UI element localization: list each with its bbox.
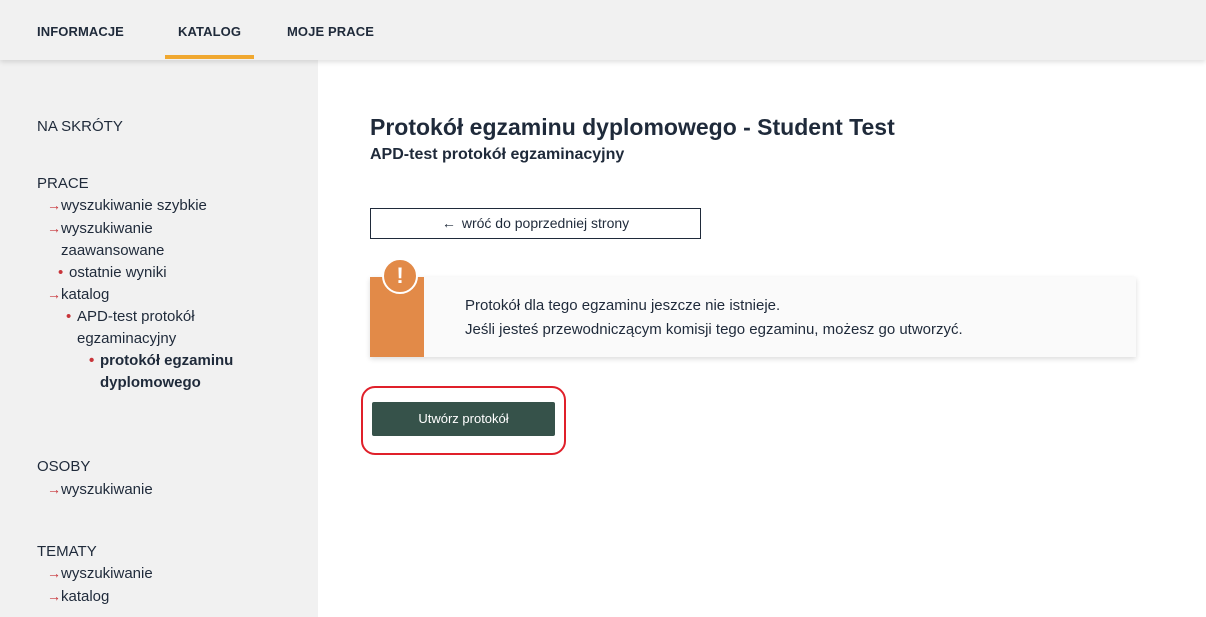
tab-katalog[interactable]: KATALOG <box>164 24 255 59</box>
tab-informacje[interactable]: INFORMACJE <box>37 24 124 39</box>
arrow-right-icon: → <box>47 481 61 497</box>
sidebar-item-wyszukiwanie-szybkie[interactable]: → wyszukiwanie szybkie <box>47 196 207 215</box>
sidebar-item-apd-test-cont[interactable]: egzaminacyjny <box>77 329 176 348</box>
sidebar-item-tematy-wyszukiwanie[interactable]: → wyszukiwanie <box>47 564 153 583</box>
sidebar-heading-tematy: TEMATY <box>37 543 97 560</box>
sidebar: NA SKRÓTY PRACE → wyszukiwanie szybkie →… <box>0 60 318 617</box>
sidebar-item-label: katalog <box>61 588 110 605</box>
arrow-right-icon: → <box>47 220 61 236</box>
exclamation-icon: ! <box>382 258 418 294</box>
arrow-right-icon: → <box>47 197 61 213</box>
back-button-label: wróć do poprzedniej strony <box>461 215 630 231</box>
sidebar-item-ostatnie-wyniki[interactable]: • ostatnie wyniki <box>58 263 167 282</box>
sidebar-item-osoby-wyszukiwanie[interactable]: → wyszukiwanie <box>47 480 153 499</box>
create-protocol-button[interactable]: Utwórz protokół <box>372 402 555 436</box>
sidebar-item-label: wyszukiwanie <box>61 481 153 498</box>
sidebar-item-label: wyszukiwanie szybkie <box>61 197 207 214</box>
bullet-icon: • <box>66 308 72 325</box>
arrow-left-icon: ← <box>441 215 456 231</box>
notice-box <box>370 277 1136 357</box>
sidebar-item-label: katalog <box>61 286 110 303</box>
sidebar-item-tematy-katalog[interactable]: → katalog <box>47 587 110 606</box>
sidebar-item-label: APD-test protokół <box>77 308 195 325</box>
sidebar-item-label: ostatnie wyniki <box>69 264 167 281</box>
notice-text-line1: Protokół dla tego egzaminu jeszcze nie i… <box>465 297 781 314</box>
sidebar-item-wyszukiwanie-zaawansowane-cont[interactable]: zaawansowane <box>61 241 164 260</box>
page-subtitle: APD-test protokół egzaminacyjny <box>370 146 625 163</box>
sidebar-item-label: wyszukiwanie <box>61 220 153 237</box>
back-button[interactable]: ← wróć do poprzedniej strony <box>370 208 701 239</box>
sidebar-item-wyszukiwanie-zaawansowane[interactable]: → wyszukiwanie <box>47 219 153 238</box>
sidebar-item-protokol-current[interactable]: • protokół egzaminu <box>89 351 234 370</box>
sidebar-heading-prace: PRACE <box>37 175 89 192</box>
arrow-right-icon: → <box>47 588 61 604</box>
arrow-right-icon: → <box>47 565 61 581</box>
sidebar-item-label: dyplomowego <box>100 374 201 391</box>
bullet-icon: • <box>89 352 95 369</box>
arrow-right-icon: → <box>47 286 61 302</box>
sidebar-item-apd-test[interactable]: • APD-test protokół <box>66 307 195 326</box>
sidebar-item-label: wyszukiwanie <box>61 565 153 582</box>
sidebar-item-label: egzaminacyjny <box>77 330 177 347</box>
sidebar-heading-osoby: OSOBY <box>37 458 91 475</box>
notice-text-line2: Jeśli jesteś przewodniczącym komisji teg… <box>465 321 963 338</box>
bullet-icon: • <box>58 264 64 281</box>
sidebar-heading-shortcuts: NA SKRÓTY <box>37 118 123 135</box>
page-title: Protokół egzaminu dyplomowego - Student … <box>370 114 895 140</box>
sidebar-item-protokol-current-cont[interactable]: dyplomowego <box>100 373 201 392</box>
sidebar-item-label: protokół egzaminu <box>100 352 234 369</box>
tab-moje-prace[interactable]: MOJE PRACE <box>287 24 374 39</box>
sidebar-item-label: zaawansowane <box>61 242 165 259</box>
sidebar-item-katalog[interactable]: → katalog <box>47 285 110 304</box>
top-navigation: INFORMACJE KATALOG MOJE PRACE <box>0 0 1206 60</box>
